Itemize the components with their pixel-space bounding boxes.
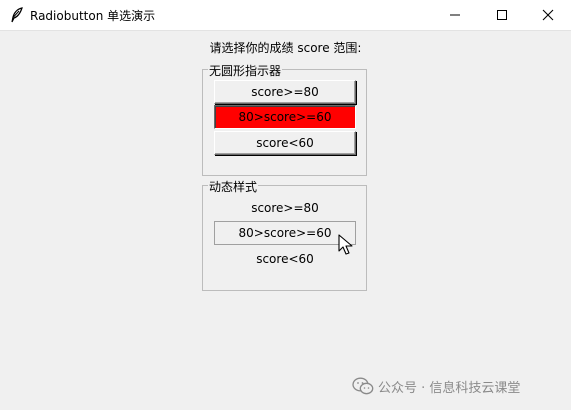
radio-score-below-60[interactable]: score<60 — [214, 131, 356, 155]
minimize-icon — [450, 14, 460, 16]
wechat-icon — [352, 377, 374, 395]
dynamic-radio-score-60-80-hover[interactable]: 80>score>=60 — [214, 221, 356, 245]
maximize-icon — [497, 10, 507, 20]
watermark: 公众号 · 信息科技云课堂 — [352, 376, 520, 396]
dynamic-style-legend: 动态样式 — [208, 178, 259, 195]
watermark-text: 公众号 · 信息科技云课堂 — [378, 380, 521, 396]
no-indicator-legend: 无圆形指示器 — [208, 62, 283, 79]
close-icon — [542, 9, 554, 21]
prompt-label: 请选择你的成绩 score 范围: — [209, 41, 362, 55]
window-title: Radiobutton 单选演示 — [30, 9, 156, 23]
dynamic-radio-score-80-plus[interactable]: score>=80 — [214, 196, 356, 220]
feather-icon — [10, 7, 24, 23]
radio-score-80-plus[interactable]: score>=80 — [214, 80, 356, 104]
close-button[interactable] — [525, 0, 571, 30]
maximize-button[interactable] — [479, 0, 525, 30]
minimize-button[interactable] — [432, 0, 478, 30]
mouse-pointer-icon — [338, 234, 356, 256]
title-bar[interactable]: Radiobutton 单选演示 — [0, 0, 571, 31]
radio-score-60-80-selected[interactable]: 80>score>=60 — [214, 105, 356, 129]
dynamic-radio-score-below-60[interactable]: score<60 — [214, 247, 356, 271]
